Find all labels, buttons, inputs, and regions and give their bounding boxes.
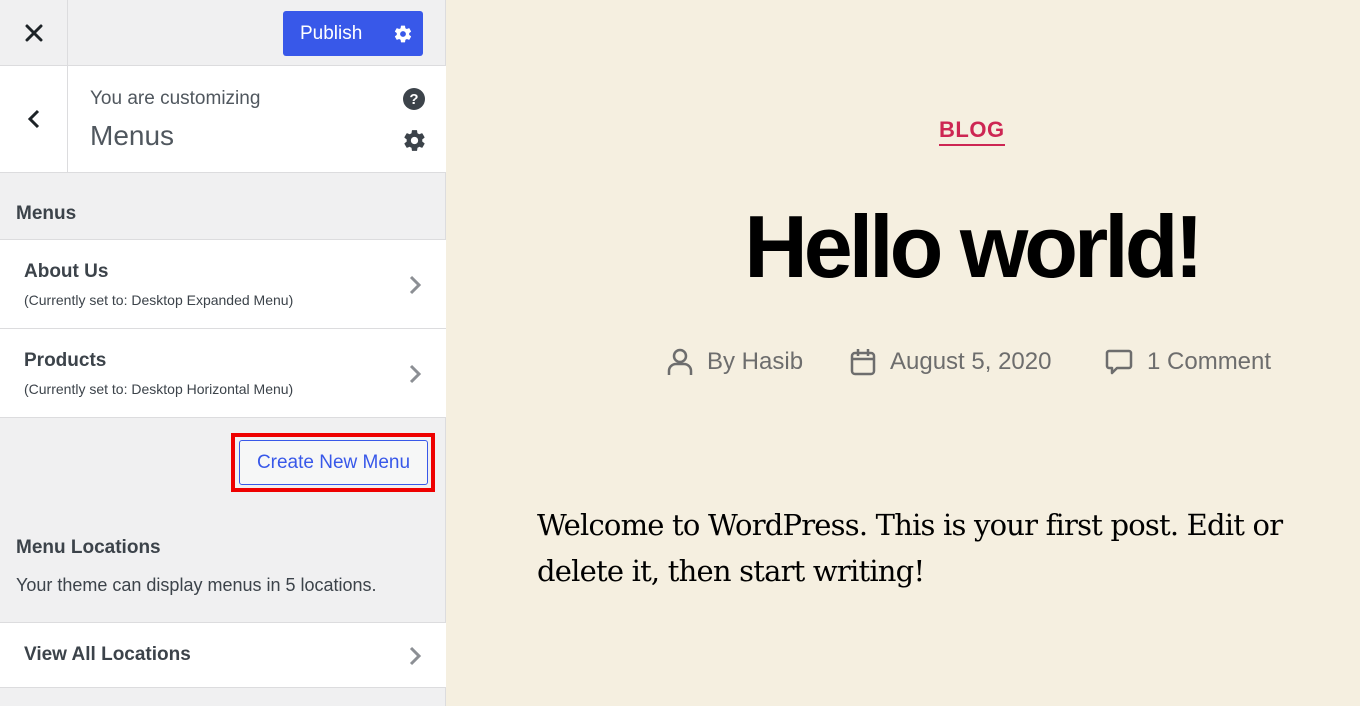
menu-item-products[interactable]: Products (Currently set to: Desktop Hori…: [0, 328, 446, 418]
view-all-locations-label: View All Locations: [24, 644, 191, 665]
close-customizer-button[interactable]: [0, 0, 68, 65]
close-icon: [25, 24, 42, 41]
post-author[interactable]: By Hasib: [667, 348, 803, 376]
help-button[interactable]: ?: [403, 88, 425, 115]
section-settings-button[interactable]: [402, 128, 427, 158]
gear-icon: [404, 130, 425, 151]
chevron-right-icon: [409, 364, 422, 384]
post-author-text: By Hasib: [707, 348, 804, 375]
post-title: Hello world!: [744, 197, 1204, 296]
menu-locations-heading: Menu Locations: [16, 537, 161, 558]
customizer-sidebar: Publish You are customizing Menus ? Menu…: [0, 0, 446, 706]
post-comments[interactable]: 1 Comment: [1105, 348, 1271, 376]
svg-text:?: ?: [409, 91, 418, 108]
category-link[interactable]: BLOG: [939, 117, 1005, 146]
view-all-locations-item[interactable]: View All Locations: [0, 622, 446, 688]
create-new-menu-button[interactable]: Create New Menu: [239, 440, 428, 485]
publish-button[interactable]: Publish: [283, 23, 383, 45]
menu-locations-description: Your theme can display menus in 5 locati…: [16, 575, 377, 595]
user-icon: [667, 348, 693, 375]
customizer-header: Publish: [0, 0, 446, 66]
menu-item-name: Products: [24, 350, 107, 371]
publish-settings-button[interactable]: [383, 11, 423, 56]
post-date-text: August 5, 2020: [890, 348, 1052, 375]
back-button[interactable]: [0, 66, 68, 172]
menu-item-assignment: (Currently set to: Desktop Horizontal Me…: [24, 381, 294, 397]
chevron-left-icon: [27, 109, 39, 129]
post-comments-text: 1 Comment: [1147, 348, 1272, 375]
calendar-icon: [850, 349, 876, 376]
post-date[interactable]: August 5, 2020: [850, 348, 1051, 376]
help-icon: ?: [403, 88, 425, 110]
section-title: Menus: [90, 120, 175, 151]
publish-group: Publish: [283, 11, 423, 56]
chevron-right-icon: [409, 646, 422, 666]
gear-icon: [394, 25, 411, 42]
post-body: Welcome to WordPress. This is your first…: [537, 508, 1283, 588]
customizing-label: You are customizing: [90, 88, 261, 109]
comment-icon: [1105, 349, 1133, 375]
section-header: You are customizing Menus ?: [0, 66, 446, 173]
